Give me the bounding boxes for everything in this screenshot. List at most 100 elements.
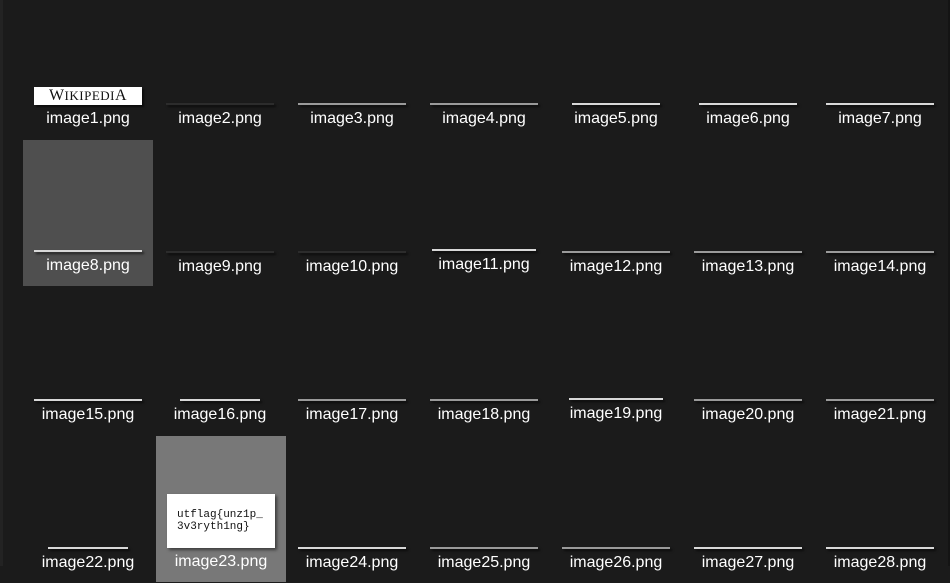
thumbnail xyxy=(691,141,805,253)
file-name: image21.png xyxy=(833,406,927,423)
thumbnail xyxy=(559,141,673,253)
thumbnail xyxy=(31,140,145,252)
thumbnail xyxy=(427,437,541,549)
file-tile-image16[interactable]: image16.png xyxy=(155,289,285,435)
file-tile-image28[interactable]: image28.png xyxy=(815,437,945,583)
thumbnail xyxy=(295,0,409,105)
file-tile-image12[interactable]: image12.png xyxy=(551,141,681,287)
image-strip xyxy=(298,399,406,401)
file-tile-image20[interactable]: image20.png xyxy=(683,289,813,435)
thumbnail xyxy=(163,289,277,401)
file-tile-image3[interactable]: image3.png xyxy=(287,0,417,139)
file-name: image25.png xyxy=(437,554,531,571)
file-tile-image2[interactable]: image2.png xyxy=(155,0,285,139)
image-strip xyxy=(694,547,802,549)
file-tile-image13[interactable]: image13.png xyxy=(683,141,813,287)
image-strip xyxy=(166,251,274,253)
flag-text-line: utflag{unz1p_ xyxy=(177,509,263,521)
image-strip xyxy=(572,103,660,105)
image-strip xyxy=(562,251,670,253)
image-strip xyxy=(298,547,406,549)
thumbnail xyxy=(163,0,277,105)
image-strip xyxy=(430,103,538,105)
flag-text-line: 3v3ryth1ng} xyxy=(177,521,250,533)
file-name: image19.png xyxy=(569,405,663,422)
file-tile-image17[interactable]: image17.png xyxy=(287,289,417,435)
thumbnail xyxy=(427,289,541,401)
image-strip xyxy=(166,103,274,105)
file-tile-image11[interactable]: image11.png xyxy=(419,139,549,285)
file-name: image7.png xyxy=(838,110,922,127)
thumbnail xyxy=(823,0,937,105)
file-name: image1.png xyxy=(46,110,130,127)
file-tile-image24[interactable]: image24.png xyxy=(287,437,417,583)
thumbnail xyxy=(163,141,277,253)
file-name: image16.png xyxy=(173,406,267,423)
file-tile-image25[interactable]: image25.png xyxy=(419,437,549,583)
file-tile-image6[interactable]: image6.png xyxy=(683,0,813,139)
file-tile-image5[interactable]: image5.png xyxy=(551,0,681,139)
file-tile-image7[interactable]: image7.png xyxy=(815,0,945,139)
file-name: image11.png xyxy=(438,256,530,273)
image-strip xyxy=(562,547,670,549)
thumbnail: W IKIPEDI A xyxy=(31,0,145,105)
file-name: image26.png xyxy=(569,554,663,571)
file-tile-image4[interactable]: image4.png xyxy=(419,0,549,139)
wikipedia-logo-thumbnail: W IKIPEDI A xyxy=(34,87,142,105)
file-name: image10.png xyxy=(305,258,399,275)
image-strip xyxy=(48,547,128,549)
thumbnail xyxy=(823,437,937,549)
file-tile-image14[interactable]: image14.png xyxy=(815,141,945,287)
image-strip xyxy=(826,103,934,105)
thumbnail: utflag{unz1p_ 3v3ryth1ng} xyxy=(164,436,278,548)
image-strip xyxy=(34,399,142,401)
file-tile-image23[interactable]: utflag{unz1p_ 3v3ryth1ng} image23.png xyxy=(156,436,286,582)
file-name: image24.png xyxy=(305,554,399,571)
file-name: image23.png xyxy=(174,553,268,570)
thumbnail xyxy=(559,437,673,549)
image-strip xyxy=(569,398,663,400)
file-tile-image18[interactable]: image18.png xyxy=(419,289,549,435)
thumbnail xyxy=(427,0,541,105)
image-strip xyxy=(826,251,934,253)
image-strip xyxy=(432,249,536,251)
thumbnail xyxy=(823,141,937,253)
file-tile-image27[interactable]: image27.png xyxy=(683,437,813,583)
image-strip xyxy=(694,399,802,401)
image-strip xyxy=(430,547,538,549)
image-strip xyxy=(180,399,260,401)
file-tile-image26[interactable]: image26.png xyxy=(551,437,681,583)
image-strip xyxy=(298,103,406,105)
file-name: image15.png xyxy=(41,406,135,423)
file-tile-image9[interactable]: image9.png xyxy=(155,141,285,287)
file-tile-image1[interactable]: W IKIPEDI A image1.png xyxy=(23,0,153,139)
thumbnail xyxy=(427,139,541,251)
image-strip xyxy=(298,251,406,253)
file-name: image20.png xyxy=(701,406,795,423)
thumbnail xyxy=(823,289,937,401)
thumbnail xyxy=(559,288,673,400)
file-name: image3.png xyxy=(310,110,394,127)
image-strip xyxy=(826,547,934,549)
explorer-view: { "files": [ {"name": "image1.png"}, {"n… xyxy=(0,0,950,582)
file-name: image5.png xyxy=(574,110,658,127)
file-tile-image15[interactable]: image15.png xyxy=(23,289,153,435)
file-name: image27.png xyxy=(701,554,795,571)
thumbnail xyxy=(295,437,409,549)
file-name: image17.png xyxy=(305,406,399,423)
file-name: image8.png xyxy=(46,257,130,274)
thumbnail xyxy=(559,0,673,105)
file-name: image14.png xyxy=(833,258,927,275)
thumbnail xyxy=(295,289,409,401)
file-tile-image19[interactable]: image19.png xyxy=(551,288,681,434)
thumbnail xyxy=(691,437,805,549)
file-tile-image22[interactable]: image22.png xyxy=(23,437,153,583)
image-strip xyxy=(430,399,538,401)
file-name: image9.png xyxy=(178,258,262,275)
file-tile-image10[interactable]: image10.png xyxy=(287,141,417,287)
file-name: image4.png xyxy=(442,110,526,127)
file-tile-image8[interactable]: image8.png xyxy=(23,140,153,286)
file-tile-image21[interactable]: image21.png xyxy=(815,289,945,435)
image-strip xyxy=(34,250,142,252)
thumbnail xyxy=(691,0,805,105)
